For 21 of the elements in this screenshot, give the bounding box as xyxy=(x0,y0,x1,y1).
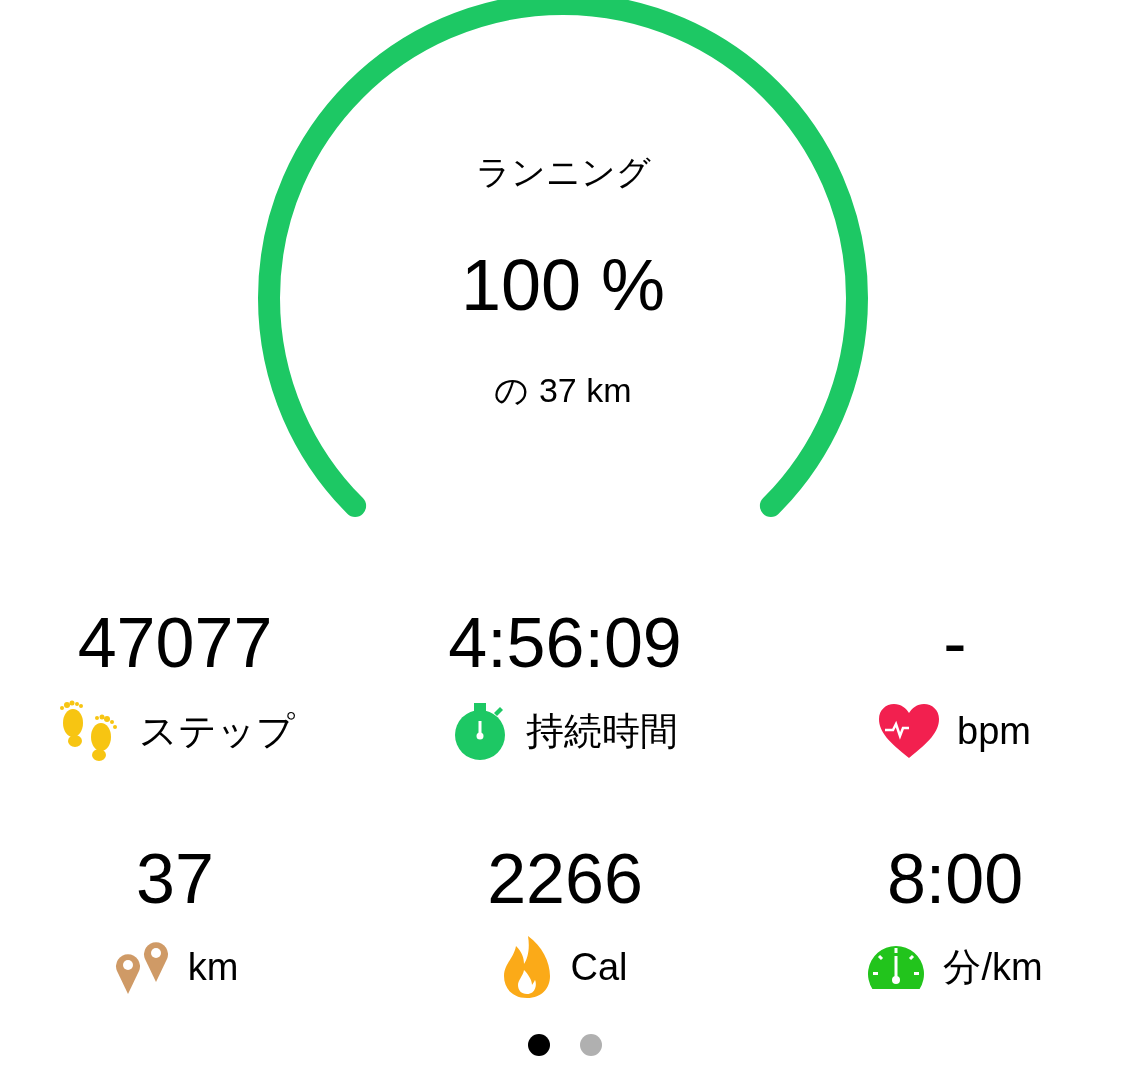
stat-label: km xyxy=(187,945,239,989)
stat-label: ステップ xyxy=(139,708,295,754)
stat-value: - xyxy=(943,608,967,678)
flame-icon xyxy=(502,936,553,998)
page-dot[interactable] xyxy=(528,1034,550,1056)
stat-label: 分/km xyxy=(943,944,1043,990)
goal-target: の 37 km xyxy=(494,370,632,411)
stat-value: 47077 xyxy=(77,608,273,678)
activity-title: ランニング xyxy=(475,152,651,193)
speedometer-icon xyxy=(867,944,926,990)
stat-label: Cal xyxy=(570,945,628,989)
stat-label: 持続時間 xyxy=(526,708,678,754)
stopwatch-icon xyxy=(452,701,508,761)
stat-value: 4:56:09 xyxy=(448,608,682,678)
stat-label: bpm xyxy=(957,709,1031,753)
stat-value: 37 xyxy=(136,844,214,914)
stat-value: 2266 xyxy=(487,844,643,914)
page-dot[interactable] xyxy=(580,1034,602,1056)
heart-rate-icon xyxy=(879,704,940,758)
stat-value: 8:00 xyxy=(886,844,1024,914)
goal-percent: 100 % xyxy=(460,244,666,326)
